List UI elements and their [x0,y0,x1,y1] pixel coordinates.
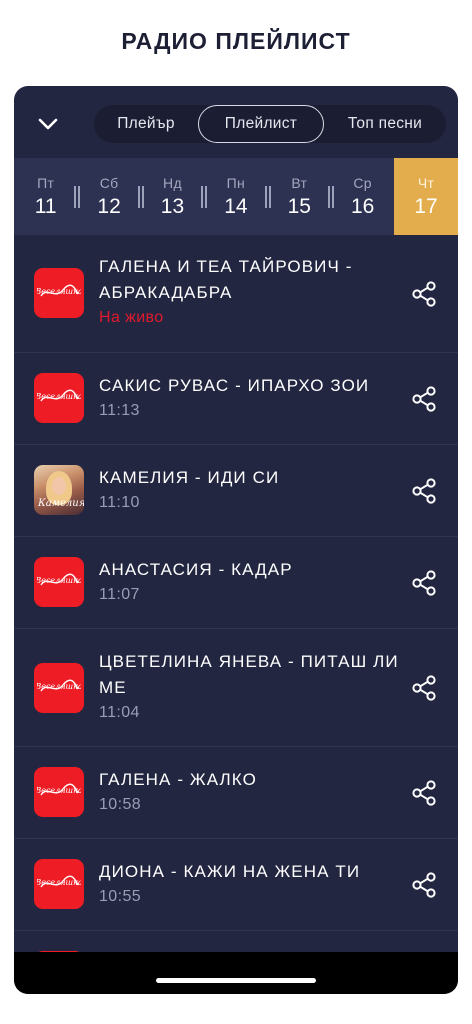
song-title: САКИС РУВАС - ИПАРХО ЗОИ [99,376,370,395]
list-item[interactable]: Веселяшка САКИС РУВАС - ИПАРХО ЗОИ 11:13 [14,353,458,445]
logo-text: Веселяшка [37,682,81,691]
day-number: 11 [34,194,57,218]
day-name: Пн [226,174,246,191]
logo-text: Веселяшка [37,786,81,795]
share-icon[interactable] [410,569,438,597]
list-item[interactable]: Веселяшка ГАЛЕНА - ЖАЛКО 10:58 [14,747,458,839]
radio-logo: Веселяшка [34,373,84,423]
song-title: ГАЛЕНА - ЖАЛКО [99,770,257,789]
radio-logo: Веселяшка [34,268,84,318]
day-number: 15 [287,194,311,218]
album-cover-script: Камелия [38,498,84,509]
logo-text: Веселяшка [37,878,81,887]
day-item[interactable]: Ср 16 [331,158,394,235]
song-info: АНАСТАСИЯ - КАДАР 11:07 [99,557,399,604]
song-time: 11:04 [99,704,140,721]
song-title: ДИОНА - КАЖИ НА ЖЕНА ТИ [99,862,361,881]
album-cover: Камелия [34,465,84,515]
song-info: ЦВЕТЕЛИНА ЯНЕВА - ПИТАШ ЛИ МЕ 11:04 [99,649,399,722]
day-name: Вт [291,174,308,191]
song-info: ГАЛЕНА И ТЕА ТАЙРОВИЧ - АБРАКАДАБРА На ж… [99,254,399,327]
song-time: 10:58 [99,796,142,813]
day-number: 12 [97,194,121,218]
day-item-selected[interactable]: Чт 17 [394,158,458,235]
day-name: Ср [353,174,372,191]
list-item[interactable]: Камелия КАМЕЛИЯ - ИДИ СИ 11:10 [14,445,458,537]
day-number: 13 [160,194,185,218]
day-number: 17 [414,194,438,218]
day-selector: Пт 11 Сб 12 Нд 13 Пн 14 Вт 15 Ср 16 Чт 1… [14,158,458,235]
day-name: Нд [163,174,182,191]
page-title: РАДИО ПЛЕЙЛИСТ [121,28,351,54]
view-tabs: Плейър Плейлист Топ песни [94,105,446,143]
list-item[interactable]: Веселяшка ГАЛЕНА И ТЕА ТАЙРОВИЧ - АБРАКА… [14,235,458,353]
day-item[interactable]: Сб 12 [77,158,144,235]
share-icon[interactable] [410,779,438,807]
share-icon[interactable] [410,477,438,505]
share-icon[interactable] [410,280,438,308]
list-item[interactable]: Веселяшка ЦВЕТЕЛИНА ЯНЕВА - ПИТАШ ЛИ МЕ … [14,629,458,747]
logo-text: Веселяшка [37,576,81,585]
day-item[interactable]: Пн 14 [204,158,271,235]
song-title: ГАЛЕНА И ТЕА ТАЙРОВИЧ - АБРАКАДАБРА [99,257,353,302]
day-number: 16 [350,194,375,218]
song-title: АНАСТАСИЯ - КАДАР [99,560,293,579]
share-icon[interactable] [410,674,438,702]
share-icon[interactable] [410,871,438,899]
song-info: ДИОНА - КАЖИ НА ЖЕНА ТИ 10:55 [99,859,399,906]
bottom-bar [14,952,458,994]
tab-playlist[interactable]: Плейлист [198,105,324,143]
song-title: ЦВЕТЕЛИНА ЯНЕВА - ПИТАШ ЛИ МЕ [99,652,399,697]
song-time: 11:10 [99,494,140,511]
song-time: 11:07 [99,586,140,603]
song-time: 11:13 [99,402,140,419]
day-name: Чт [417,174,435,191]
top-bar: Плейър Плейлист Топ песни [14,86,458,158]
playlist: Веселяшка ГАЛЕНА И ТЕА ТАЙРОВИЧ - АБРАКА… [14,235,458,994]
app-screen: Плейър Плейлист Топ песни Пт 11 Сб 12 Нд… [14,86,458,994]
tab-top-songs[interactable]: Топ песни [324,105,446,143]
radio-logo: Веселяшка [34,859,84,909]
song-time: 10:55 [99,888,142,905]
album-cover-face [52,477,66,495]
day-item[interactable]: Вт 15 [268,158,334,235]
logo-text: Веселяшка [37,287,81,296]
day-name: Сб [99,174,119,191]
chevron-down-icon[interactable] [34,110,62,138]
radio-logo: Веселяшка [34,663,84,713]
tab-player[interactable]: Плейър [94,105,198,143]
song-info: ГАЛЕНА - ЖАЛКО 10:58 [99,767,399,814]
radio-logo: Веселяшка [34,767,84,817]
live-label: На живо [99,309,164,326]
day-name: Пт [37,174,55,191]
home-indicator[interactable] [156,978,316,983]
song-title: КАМЕЛИЯ - ИДИ СИ [99,468,280,487]
radio-logo: Веселяшка [34,557,84,607]
day-item[interactable]: Пт 11 [14,158,81,235]
logo-text: Веселяшка [37,392,81,401]
list-item[interactable]: Веселяшка ДИОНА - КАЖИ НА ЖЕНА ТИ 10:55 [14,839,458,931]
day-item[interactable]: Нд 13 [141,158,208,235]
song-info: САКИС РУВАС - ИПАРХО ЗОИ 11:13 [99,373,399,420]
song-info: КАМЕЛИЯ - ИДИ СИ 11:10 [99,465,399,512]
list-item[interactable]: Веселяшка АНАСТАСИЯ - КАДАР 11:07 [14,537,458,629]
share-icon[interactable] [410,385,438,413]
day-number: 14 [224,194,248,218]
